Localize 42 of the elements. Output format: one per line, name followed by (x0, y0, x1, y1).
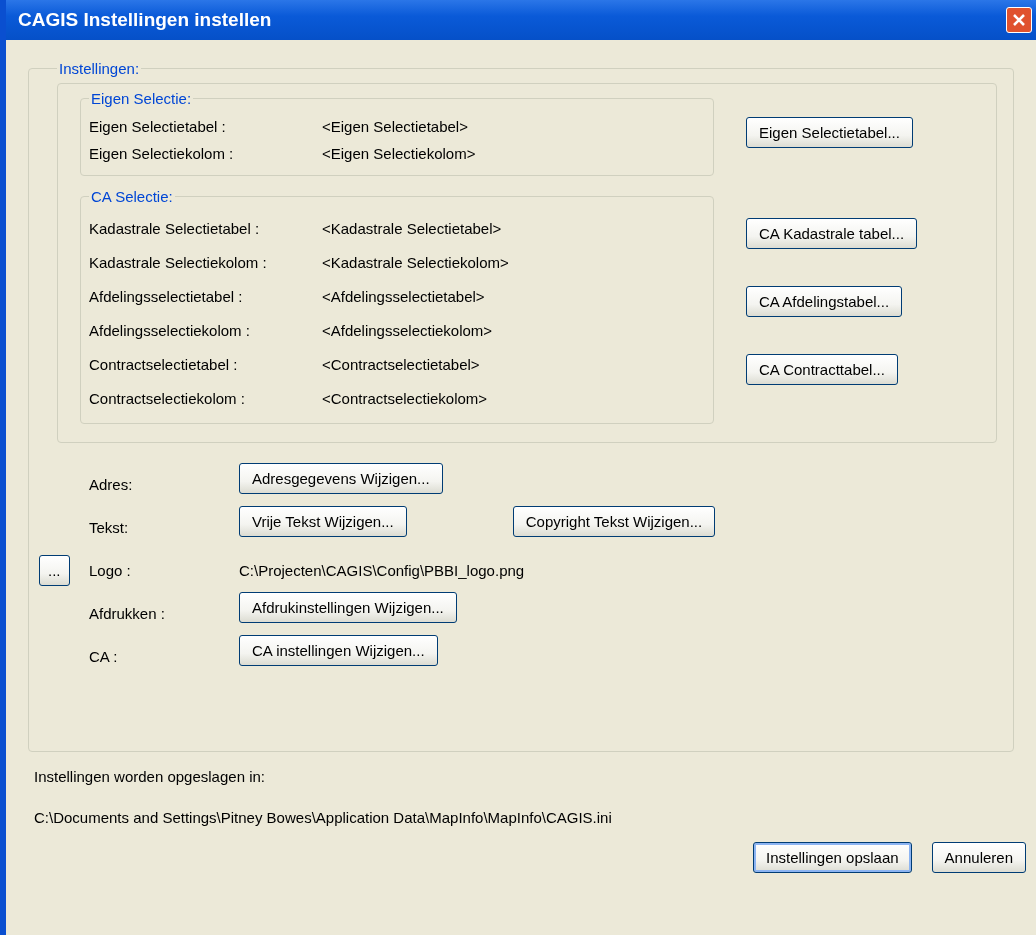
save-location-caption: Instellingen worden opgeslagen in: (34, 768, 266, 785)
field-value: <Eigen Selectiekolom> (322, 145, 476, 162)
field-label: Kadastrale Selectiekolom : (89, 253, 268, 271)
file-path: C:\Projecten\CAGIS\Config\PBBI_logo.png (239, 562, 525, 579)
field-value: <Kadastrale Selectiekolom> (322, 253, 509, 271)
field-label: Kadastrale Selectietabel : (89, 219, 261, 237)
field-value: <Contractselectiekolom> (322, 389, 488, 407)
table-button[interactable]: CA Kadastrale tabel... (746, 218, 918, 249)
field-label: Contractselectiekolom : (89, 389, 246, 407)
field-label: Contractselectietabel : (89, 355, 239, 373)
field-label: Logo : (89, 562, 132, 579)
field-label: Adres: (89, 476, 134, 493)
edit-button[interactable]: Adresgegevens Wijzigen... (239, 463, 443, 494)
save-button[interactable]: Instellingen opslaan (753, 842, 912, 873)
field-label: Eigen Selectiekolom : (89, 145, 235, 162)
field-value: <Afdelingsselectietabel> (322, 287, 485, 305)
edit-button[interactable]: Vrije Tekst Wijzigen... (239, 506, 407, 537)
field-label: Afdelingsselectietabel : (89, 287, 244, 305)
field-label: CA : (89, 648, 119, 665)
close-button[interactable] (1006, 7, 1032, 33)
field-value: <Kadastrale Selectietabel> (322, 219, 502, 237)
field-label: Tekst: (89, 519, 130, 536)
edit-button[interactable]: Afdrukinstellingen Wijzigen... (239, 592, 457, 623)
close-icon (1011, 12, 1027, 28)
field-label: Afdrukken : (89, 605, 166, 622)
browse-button[interactable]: ... (39, 555, 70, 586)
field-value: <Contractselectietabel> (322, 355, 480, 373)
window-title: CAGIS Instellingen instellen (18, 9, 272, 31)
field-label: Eigen Selectietabel : (89, 118, 227, 135)
field-label: Afdelingsselectiekolom : (89, 321, 251, 339)
edit-button[interactable]: Copyright Tekst Wijzigen... (512, 506, 716, 537)
table-button[interactable]: Eigen Selectietabel... (746, 117, 913, 148)
group-title: Eigen Selectie: (90, 90, 193, 107)
cancel-button[interactable]: Annuleren (931, 842, 1026, 873)
file-path: C:\Documents and Settings\Pitney Bowes\Application Data\MapInfo\MapInfo\CAGIS.ini (34, 809, 613, 826)
table-button[interactable]: CA Contracttabel... (746, 354, 898, 385)
field-value: <Afdelingsselectiekolom> (322, 321, 493, 339)
table-button[interactable]: CA Afdelingstabel... (746, 286, 903, 317)
field-value: <Eigen Selectietabel> (322, 118, 468, 135)
group-title: CA Selectie: (90, 188, 174, 205)
group-title: Instellingen: (58, 60, 141, 77)
edit-button[interactable]: CA instellingen Wijzigen... (239, 635, 438, 666)
